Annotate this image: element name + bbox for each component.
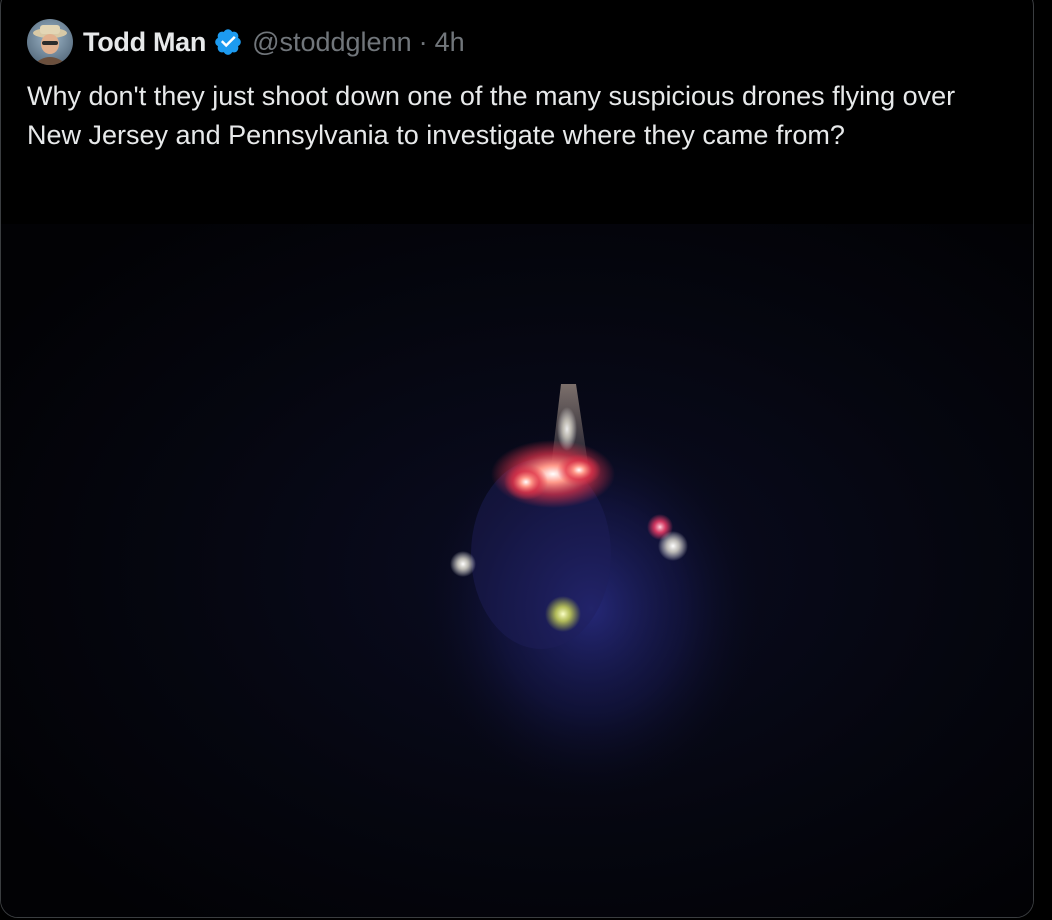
author-handle[interactable]: @stoddglenn: [252, 27, 412, 58]
tweet-media-photo[interactable]: [1, 224, 1033, 917]
tweet-header: Todd Man @stoddglenn · 4h: [27, 17, 465, 67]
avatar[interactable]: [27, 19, 73, 65]
separator-dot: ·: [418, 26, 428, 57]
tweet-text: Why don't they just shoot down one of th…: [27, 81, 956, 150]
verified-badge-icon: [213, 27, 243, 57]
tweet-card[interactable]: Todd Man @stoddglenn · 4h Why don't they…: [0, 0, 1034, 918]
tweet-timestamp[interactable]: 4h: [435, 27, 465, 58]
author-display-name[interactable]: Todd Man: [83, 27, 206, 58]
